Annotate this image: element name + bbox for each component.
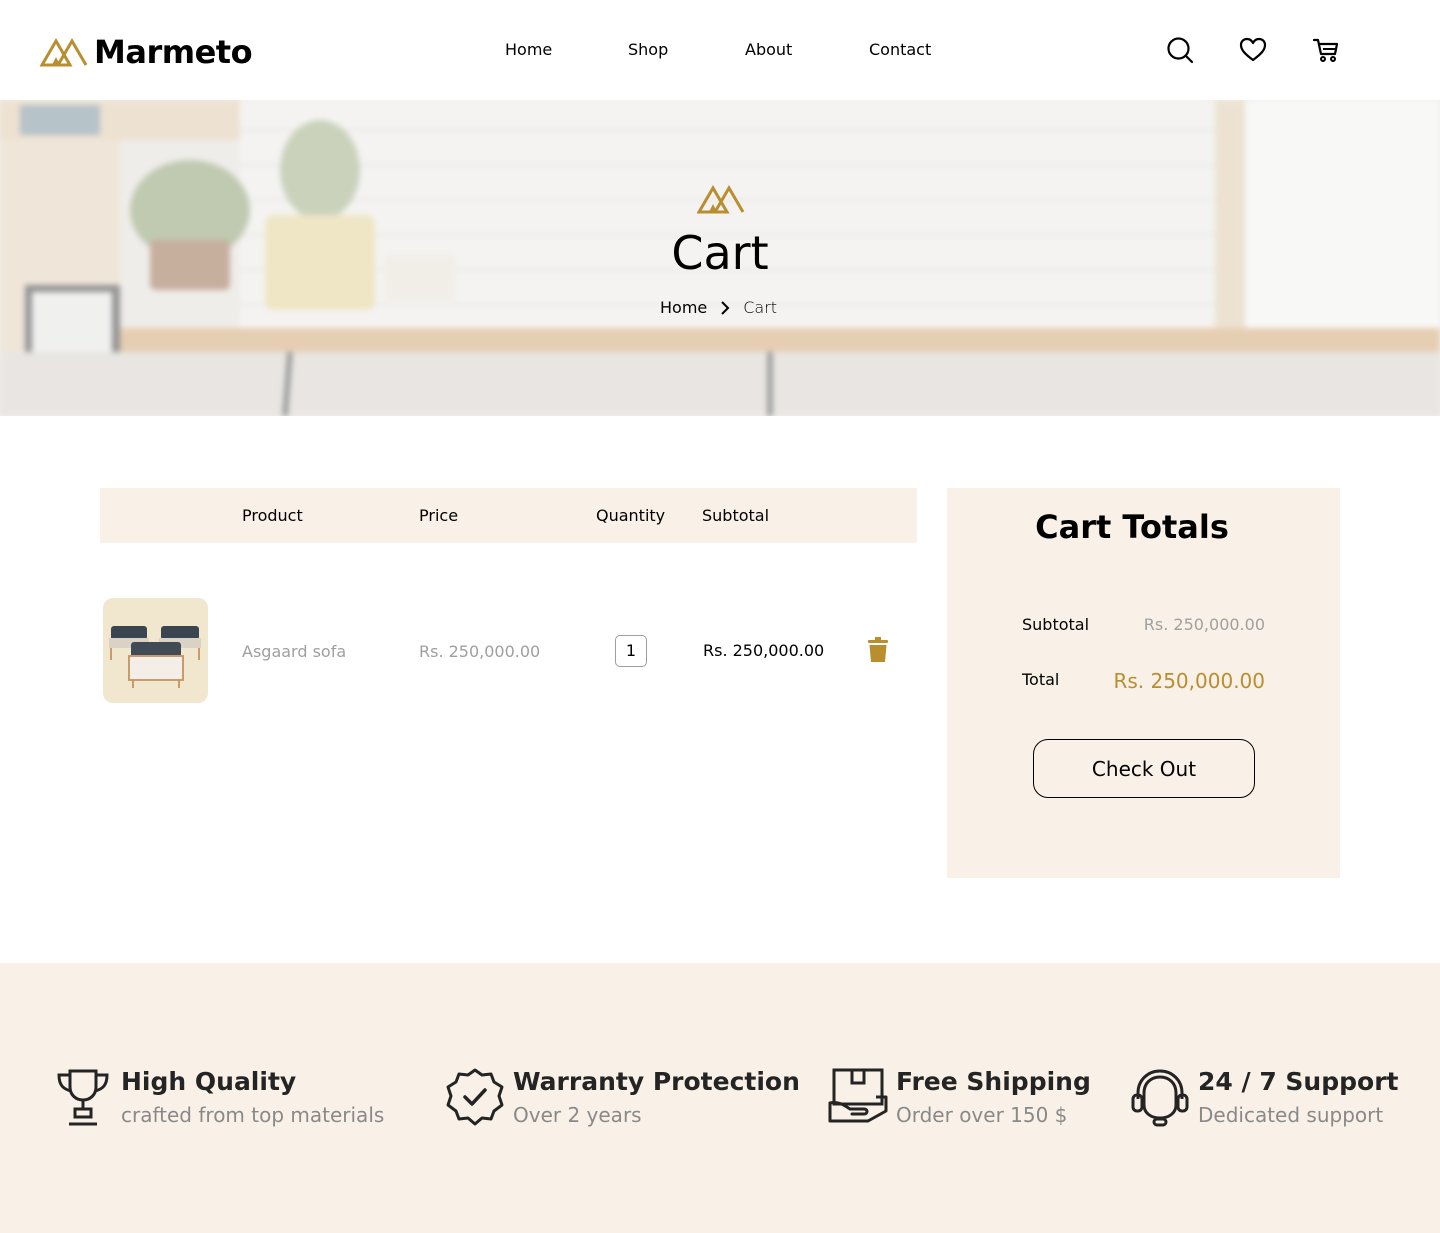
sofa-image [109, 626, 201, 688]
breadcrumb-current: Cart [743, 298, 778, 317]
feature-title: 24 / 7 Support [1198, 1067, 1399, 1096]
product-thumbnail[interactable] [103, 598, 208, 703]
features-strip: High Quality crafted from top materials … [0, 963, 1440, 1233]
product-name[interactable]: Asgaard sofa [242, 642, 346, 661]
column-header-price: Price [419, 506, 459, 525]
feature-subtitle: Over 2 years [513, 1103, 642, 1127]
feature-free-shipping: Free Shipping Order over 150 $ [828, 1067, 1091, 1127]
headset-icon [1131, 1069, 1189, 1127]
column-header-subtotal: Subtotal [702, 506, 770, 525]
cart-totals-panel: Cart Totals Subtotal Rs. 250,000.00 Tota… [947, 488, 1340, 878]
logo-mark-icon [40, 38, 88, 67]
subtotal-value: Rs. 250,000.00 [1143, 615, 1265, 634]
feature-subtitle: crafted from top materials [121, 1103, 385, 1127]
feature-support: 24 / 7 Support Dedicated support [1130, 1067, 1398, 1127]
quantity-input[interactable]: 1 [615, 635, 647, 667]
cart-table-header: Product Price Quantity Subtotal [100, 488, 917, 543]
nav-contact[interactable]: Contact [869, 40, 931, 59]
column-header-product: Product [242, 506, 303, 525]
nav-shop[interactable]: Shop [628, 40, 668, 59]
cart-icon[interactable] [1312, 36, 1340, 64]
product-subtotal: Rs. 250,000.00 [703, 641, 825, 660]
breadcrumb: Home Cart [660, 298, 777, 317]
feature-title: Warranty Protection [513, 1067, 800, 1096]
cart-totals-title: Cart Totals [1035, 508, 1229, 546]
chevron-right-icon [721, 300, 730, 315]
feature-subtitle: Order over 150 $ [896, 1103, 1068, 1127]
feature-warranty: Warranty Protection Over 2 years [445, 1067, 800, 1127]
column-header-quantity: Quantity [596, 506, 666, 525]
trophy-icon [57, 1069, 109, 1126]
feature-title: Free Shipping [896, 1067, 1091, 1096]
logo-mark-icon [697, 185, 745, 214]
subtotal-label: Subtotal [1022, 615, 1090, 634]
feature-subtitle: Dedicated support [1198, 1103, 1384, 1127]
product-price: Rs. 250,000.00 [419, 642, 541, 661]
badge-check-icon [446, 1068, 504, 1126]
checkout-button[interactable]: Check Out [1033, 739, 1255, 798]
hero-banner: Cart Home Cart [0, 100, 1440, 416]
feature-title: High Quality [121, 1067, 297, 1096]
search-icon[interactable] [1166, 36, 1194, 64]
breadcrumb-home-link[interactable]: Home [660, 298, 707, 317]
brand-logo[interactable]: Marmeto [40, 33, 253, 71]
total-label: Total [1022, 670, 1060, 689]
cart-item-row: Asgaard sofa Rs. 250,000.00 1 Rs. 250,00… [100, 598, 917, 703]
nav-home[interactable]: Home [505, 40, 552, 59]
brand-name: Marmeto [94, 33, 253, 71]
trash-icon[interactable] [866, 637, 890, 663]
feature-high-quality: High Quality crafted from top materials [53, 1067, 384, 1127]
shipping-box-icon [828, 1068, 888, 1123]
total-value: Rs. 250,000.00 [1113, 669, 1265, 693]
page-title: Cart [671, 226, 769, 280]
nav-about[interactable]: About [745, 40, 792, 59]
heart-icon[interactable] [1239, 36, 1267, 64]
site-header: Marmeto Home Shop About Contact [0, 0, 1440, 100]
